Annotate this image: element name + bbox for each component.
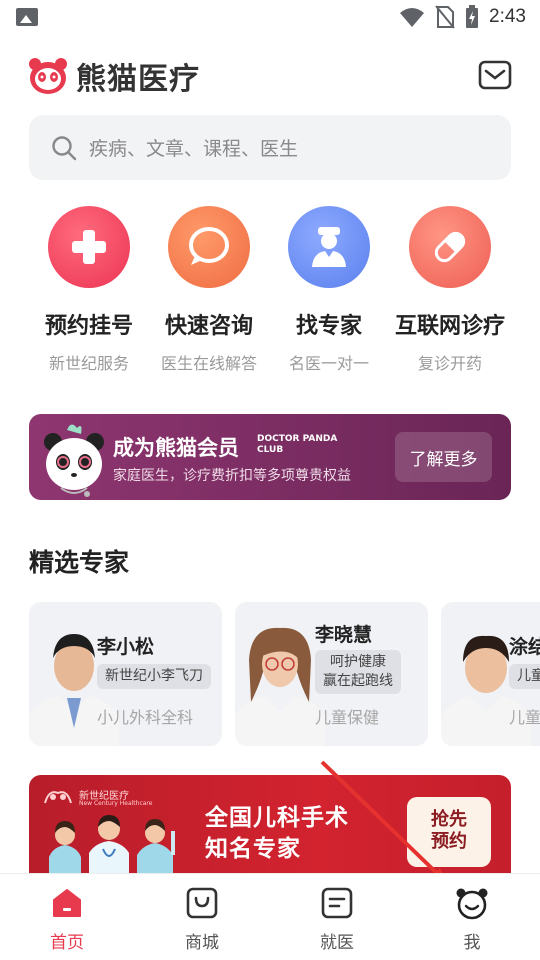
panda-logo-icon xyxy=(29,58,67,94)
app-logo: 熊猫医疗 xyxy=(28,54,200,98)
expert-name: 李晓慧 xyxy=(315,624,373,646)
service-grid: 预约挂号 新世纪服务 快速咨询 医生在线解答 找专家 名医一对一 互联网诊疗 复… xyxy=(0,206,540,376)
search-placeholder: 疾病、文章、课程、医生 xyxy=(89,138,299,160)
book-now-button[interactable]: 抢先 预约 xyxy=(407,797,491,867)
service-subtitle: 医生在线解答 xyxy=(160,354,257,373)
gallery-notification-icon xyxy=(16,8,38,26)
expert-card[interactable]: 李小松 新世纪小李飞刀 小儿外科全科 xyxy=(29,602,222,746)
member-club-logo: DOCTOR PANDA CLUB xyxy=(257,434,357,456)
member-title: 成为熊猫会员 xyxy=(113,436,239,460)
expert-tag-line2: 赢在起跑线 xyxy=(323,673,393,689)
bottom-nav: 首页 商城 就医 我 xyxy=(0,873,540,960)
tab-label: 我 xyxy=(463,933,481,953)
expert-name: 李小松 xyxy=(97,636,155,658)
pill-icon xyxy=(434,231,466,263)
service-subtitle: 复诊开药 xyxy=(417,354,482,373)
service-title: 快速咨询 xyxy=(164,314,253,339)
search-bar[interactable]: 疾病、文章、课程、医生 xyxy=(29,115,511,180)
featured-experts-title: 精选专家 xyxy=(29,548,130,577)
expert-tag: 儿童 xyxy=(509,664,540,689)
service-find-expert-circle xyxy=(288,206,370,288)
member-banner[interactable]: 成为熊猫会员 DOCTOR PANDA CLUB 家庭医生，诊疗费折扣等多项尊贵… xyxy=(29,414,511,500)
shop-bag-icon xyxy=(186,887,218,919)
expert-card[interactable]: 涂结 儿童 儿童 xyxy=(441,602,540,746)
service-consult[interactable]: 快速咨询 医生在线解答 xyxy=(144,206,274,374)
expert-tag: 呵护健康 赢在起跑线 xyxy=(315,650,401,694)
expert-card[interactable]: 李晓慧 呵护健康 赢在起跑线 儿童保健 xyxy=(235,602,428,746)
promo-title: 全国儿科手术 知名专家 xyxy=(205,803,349,865)
message-button[interactable] xyxy=(478,60,512,90)
expert-tag-line1: 呵护健康 xyxy=(330,654,386,670)
service-online-clinic-circle xyxy=(409,206,491,288)
doctors-illustration xyxy=(49,815,175,875)
tab-label: 首页 xyxy=(50,933,84,953)
tab-medical[interactable]: 就医 xyxy=(287,886,387,953)
service-appointment-circle xyxy=(48,206,130,288)
service-consult-circle xyxy=(168,206,250,288)
service-appointment[interactable]: 预约挂号 新世纪服务 xyxy=(24,206,154,374)
mail-icon xyxy=(478,60,512,90)
expert-department: 小儿外科全科 xyxy=(97,708,194,727)
search-icon xyxy=(52,135,77,160)
clock: 2:43 xyxy=(489,6,526,27)
tab-home[interactable]: 首页 xyxy=(17,886,117,953)
service-online-clinic[interactable]: 互联网诊疗 复诊开药 xyxy=(385,206,515,374)
expert-name: 涂结 xyxy=(509,636,540,658)
expert-tag: 新世纪小李飞刀 xyxy=(97,664,211,689)
service-title: 找专家 xyxy=(295,314,362,339)
medical-record-icon xyxy=(321,887,353,919)
book-now-line1: 抢先 xyxy=(431,809,467,830)
tab-shop[interactable]: 商城 xyxy=(152,886,252,953)
learn-more-button[interactable]: 了解更多 xyxy=(395,432,492,482)
tab-label: 商城 xyxy=(185,933,219,953)
promo-title-line2: 知名专家 xyxy=(205,836,301,862)
status-bar: 2:43 xyxy=(0,0,540,36)
wifi-icon xyxy=(400,8,425,27)
doctor-icon xyxy=(312,227,346,267)
hospital-logo-icon xyxy=(44,791,72,804)
no-sim-icon xyxy=(435,5,455,29)
promo-title-line1: 全国儿科手术 xyxy=(205,805,349,831)
chat-bubble-icon xyxy=(189,227,229,265)
expert-carousel[interactable]: 李小松 新世纪小李飞刀 小儿外科全科 李晓慧 呵护健康 赢在起跑线 儿童保健 涂… xyxy=(29,602,540,746)
status-icons: 2:43 xyxy=(399,5,526,29)
app-name: 熊猫医疗 xyxy=(76,62,200,97)
member-club-line2: CLUB xyxy=(257,445,284,455)
expert-department: 儿童 xyxy=(509,708,540,727)
service-find-expert[interactable]: 找专家 名医一对一 xyxy=(264,206,394,374)
battery-charging-icon xyxy=(466,5,479,28)
panda-mascot-icon xyxy=(44,424,104,497)
promo-brand-sub: New Century Healthcare xyxy=(79,800,153,807)
service-title: 互联网诊疗 xyxy=(394,314,505,339)
book-now-line2: 预约 xyxy=(431,831,467,852)
member-subtitle: 家庭医生，诊疗费折扣等多项尊贵权益 xyxy=(113,468,351,484)
home-icon xyxy=(53,889,81,917)
plus-icon xyxy=(72,230,106,264)
doctor-photo xyxy=(235,627,325,746)
tab-label: 就医 xyxy=(320,933,354,953)
service-subtitle: 新世纪服务 xyxy=(48,354,129,373)
panda-face-icon xyxy=(456,888,488,920)
expert-department: 儿童保健 xyxy=(315,708,380,727)
service-title: 预约挂号 xyxy=(44,314,133,339)
member-club-line1: DOCTOR PANDA xyxy=(257,434,338,444)
service-subtitle: 名医一对一 xyxy=(288,354,369,373)
tab-me[interactable]: 我 xyxy=(422,886,522,953)
promo-banner[interactable]: 新世纪医疗 New Century Healthcare 全国儿科手术 知名专家… xyxy=(29,775,511,875)
